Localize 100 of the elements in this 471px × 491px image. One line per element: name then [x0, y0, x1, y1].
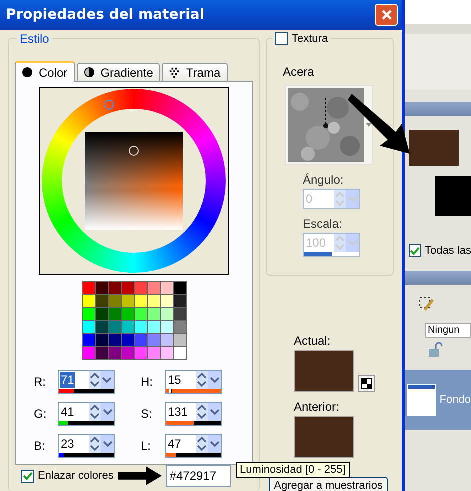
all-tools-checkbox[interactable]: Todas las: [405, 240, 471, 261]
palette-swatch[interactable]: [82, 334, 94, 346]
palette-swatch[interactable]: [82, 308, 94, 320]
number-field[interactable]: 41: [58, 402, 115, 426]
texture-picker[interactable]: [285, 85, 373, 165]
hex-field[interactable]: #472917: [166, 465, 231, 487]
dropdown-icon[interactable]: [208, 403, 221, 421]
number-field[interactable]: 15: [165, 370, 222, 394]
close-button[interactable]: [375, 4, 398, 26]
spin-arrows-icon[interactable]: [88, 371, 101, 389]
palette-swatch[interactable]: [108, 321, 120, 333]
close-icon: [380, 9, 392, 21]
field-label: R:: [34, 375, 47, 389]
swatch-label: Anterior:: [294, 400, 340, 414]
palette-swatch[interactable]: [134, 347, 146, 359]
palette-swatch[interactable]: [174, 308, 186, 320]
dots-icon: [169, 67, 180, 78]
palette-swatch[interactable]: [96, 308, 108, 320]
dropdown-icon[interactable]: [208, 435, 221, 453]
palette-swatch[interactable]: [174, 321, 186, 333]
palette-swatch[interactable]: [122, 295, 134, 307]
add-to-swatches-button[interactable]: Agregar a muestrarios: [269, 477, 388, 491]
palette-swatch[interactable]: [148, 308, 160, 320]
number-field[interactable]: 23: [58, 434, 115, 458]
palette-swatch[interactable]: [108, 308, 120, 320]
palette-swatch[interactable]: [122, 347, 134, 359]
blend-mode-field[interactable]: Ningun: [425, 323, 471, 338]
palette-swatch[interactable]: [174, 347, 186, 359]
palette-swatch[interactable]: [148, 295, 160, 307]
dropdown-icon[interactable]: [100, 371, 114, 389]
palette-swatch[interactable]: [148, 282, 160, 294]
arrow-drawing: [118, 466, 162, 486]
palette-swatch[interactable]: [82, 295, 94, 307]
palette-swatch[interactable]: [108, 334, 120, 346]
palette-swatch[interactable]: [160, 334, 172, 346]
spin-arrows-icon[interactable]: [196, 403, 208, 421]
field-label: L:: [141, 439, 152, 453]
number-field[interactable]: 71: [58, 370, 115, 394]
palette-swatch[interactable]: [134, 321, 146, 333]
tab[interactable]: Color: [15, 61, 75, 82]
spin-arrows-icon[interactable]: [196, 371, 208, 389]
palette-swatch[interactable]: [82, 347, 94, 359]
palette-swatch[interactable]: [122, 321, 134, 333]
tab[interactable]: Gradiente: [76, 63, 160, 81]
palette-swatch[interactable]: [148, 321, 160, 333]
palette-swatch[interactable]: [96, 334, 108, 346]
background-swatch[interactable]: [435, 176, 471, 216]
number-field[interactable]: 47: [165, 434, 222, 458]
palette-swatch[interactable]: [160, 321, 172, 333]
palette-swatch[interactable]: [96, 347, 108, 359]
palette-swatch[interactable]: [82, 282, 94, 294]
dropdown-icon[interactable]: [101, 403, 114, 421]
palette-swatch[interactable]: [174, 334, 186, 346]
palette-swatch[interactable]: [122, 334, 134, 346]
lock-icon[interactable]: [427, 342, 443, 358]
palette-swatch[interactable]: [160, 347, 172, 359]
brush-icon[interactable]: [419, 297, 435, 313]
layer-thumbnail: [407, 384, 436, 416]
palette-swatch[interactable]: [82, 321, 94, 333]
dropdown-icon[interactable]: [101, 435, 114, 453]
spin-arrows-icon[interactable]: [196, 435, 208, 453]
palette-swatch[interactable]: [148, 347, 160, 359]
swatch-button[interactable]: [358, 375, 375, 392]
palette-swatch[interactable]: [134, 334, 146, 346]
field-label: Ángulo:: [303, 173, 344, 187]
palette-swatch[interactable]: [108, 282, 120, 294]
tab[interactable]: Trama: [162, 63, 228, 81]
palette-swatch[interactable]: [96, 282, 108, 294]
palette-swatch[interactable]: [96, 295, 108, 307]
palette-swatch[interactable]: [122, 282, 134, 294]
palette-swatch[interactable]: [134, 282, 146, 294]
number-field[interactable]: 131: [165, 402, 222, 426]
spin-arrows-icon[interactable]: [89, 403, 101, 421]
panel-title-bar: [405, 271, 471, 285]
link-colors-checkbox[interactable]: Enlazar colores: [21, 470, 114, 482]
panel-title-bar: [405, 102, 471, 116]
palette-swatch[interactable]: [134, 295, 146, 307]
dropdown-icon[interactable]: [208, 371, 221, 389]
palette-swatch[interactable]: [174, 295, 186, 307]
half-circle-icon: [84, 67, 95, 78]
field-label: S:: [141, 407, 154, 421]
palette-swatch[interactable]: [122, 308, 134, 320]
spin-arrows-icon[interactable]: [89, 435, 101, 453]
texture-name: Acera: [283, 65, 314, 79]
palette-swatch[interactable]: [160, 282, 172, 294]
circle-icon: [22, 67, 33, 78]
palette-swatch[interactable]: [160, 295, 172, 307]
foreground-swatch[interactable]: [409, 130, 459, 166]
check-icon: [22, 471, 32, 481]
palette-swatch[interactable]: [148, 334, 160, 346]
palette-swatch[interactable]: [174, 282, 186, 294]
palette-swatch[interactable]: [134, 308, 146, 320]
palette-swatch[interactable]: [108, 295, 120, 307]
color-square[interactable]: [85, 132, 183, 230]
texture-checkbox[interactable]: Textura: [273, 32, 330, 45]
palette-swatch[interactable]: [108, 347, 120, 359]
dropdown-icon[interactable]: [366, 123, 372, 127]
palette-swatch[interactable]: [160, 308, 172, 320]
window-title: Propiedades del material: [6, 7, 205, 23]
palette-swatch[interactable]: [96, 321, 108, 333]
